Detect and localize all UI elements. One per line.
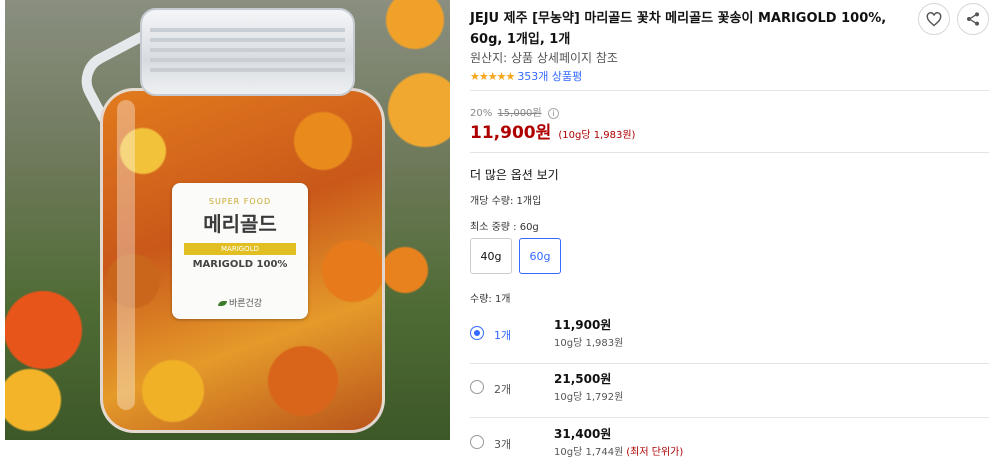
quantity-option-1[interactable]: 1개 11,900원 10g당 1,983원: [470, 312, 989, 364]
review-count-link[interactable]: 353개 상품평: [517, 68, 582, 84]
quantity-count: 3개: [494, 438, 512, 451]
radio-unselected[interactable]: [470, 435, 484, 449]
discount-row: 20% 15,000원 i: [470, 104, 559, 119]
label-band: MARIGOLD: [184, 243, 296, 255]
heart-icon: [926, 11, 942, 26]
radio-unselected[interactable]: [470, 380, 484, 394]
product-title: JEJU 제주 [무농약] 마리골드 꽃차 메리골드 꽃송이 MARIGOLD …: [470, 11, 887, 47]
sale-price: 11,900원: [470, 123, 552, 143]
price-row: 11,900원 (10g당 1,983원): [470, 118, 635, 143]
label-brand-text: 바른건강: [228, 299, 263, 309]
quantity-count: 2개: [494, 383, 512, 396]
unit-price: (10g당 1,983원): [558, 130, 636, 141]
quantity-unit-price: 10g당 1,792원: [554, 392, 624, 403]
weight-option-60g[interactable]: 60g: [519, 238, 561, 274]
quantity-label: 수량: 1개: [470, 294, 511, 305]
quantity-unit-price: 10g당 1,983원: [554, 338, 624, 349]
quantity-price: 21,500원: [554, 372, 612, 386]
quantity-option-3[interactable]: 3개 31,400원 10g당 1,744원 (최저 단위가): [470, 421, 989, 473]
quantity-price: 31,400원: [554, 427, 612, 441]
quantity-unit-text: 10g당 1,744원: [554, 447, 624, 458]
unit-count: 개당 수량: 1개입: [470, 196, 542, 207]
product-label: SUPER FOOD 메리골드 MARIGOLD MARIGOLD 100% 바…: [172, 183, 308, 319]
share-icon: [967, 12, 979, 26]
label-english-name: MARIGOLD 100%: [192, 259, 288, 270]
divider: [470, 417, 989, 418]
jar-lid: [140, 8, 355, 96]
rating-stars: ★★★★★: [470, 69, 515, 83]
leaf-icon: [217, 301, 227, 306]
quantity-unit-price: 10g당 1,744원 (최저 단위가): [554, 443, 683, 458]
divider: [470, 152, 989, 153]
divider: [470, 363, 989, 364]
jar-shine: [117, 100, 135, 410]
label-brand: 바른건강: [172, 296, 308, 309]
product-image[interactable]: SUPER FOOD 메리골드 MARIGOLD MARIGOLD 100% 바…: [5, 0, 450, 440]
min-weight: 최소 중량 : 60g: [470, 222, 539, 233]
wishlist-button[interactable]: [918, 3, 950, 35]
origin-info: 원산지: 상품 상세페이지 참조: [470, 51, 618, 65]
quantity-option-2[interactable]: 2개 21,500원 10g당 1,792원: [470, 366, 989, 418]
lowest-unit-price-badge: (최저 단위가): [626, 447, 684, 458]
weight-option-40g[interactable]: 40g: [470, 238, 512, 274]
rating[interactable]: ★★★★★ 353개 상품평: [470, 68, 582, 84]
share-button[interactable]: [957, 3, 989, 35]
label-super: SUPER FOOD: [208, 197, 272, 206]
quantity-price: 11,900원: [554, 318, 612, 332]
more-options-link[interactable]: 더 많은 옵션 보기: [470, 166, 559, 183]
quantity-count: 1개: [494, 329, 512, 342]
radio-selected[interactable]: [470, 326, 484, 340]
divider: [470, 90, 989, 91]
label-korean-name: 메리골드: [203, 212, 277, 236]
